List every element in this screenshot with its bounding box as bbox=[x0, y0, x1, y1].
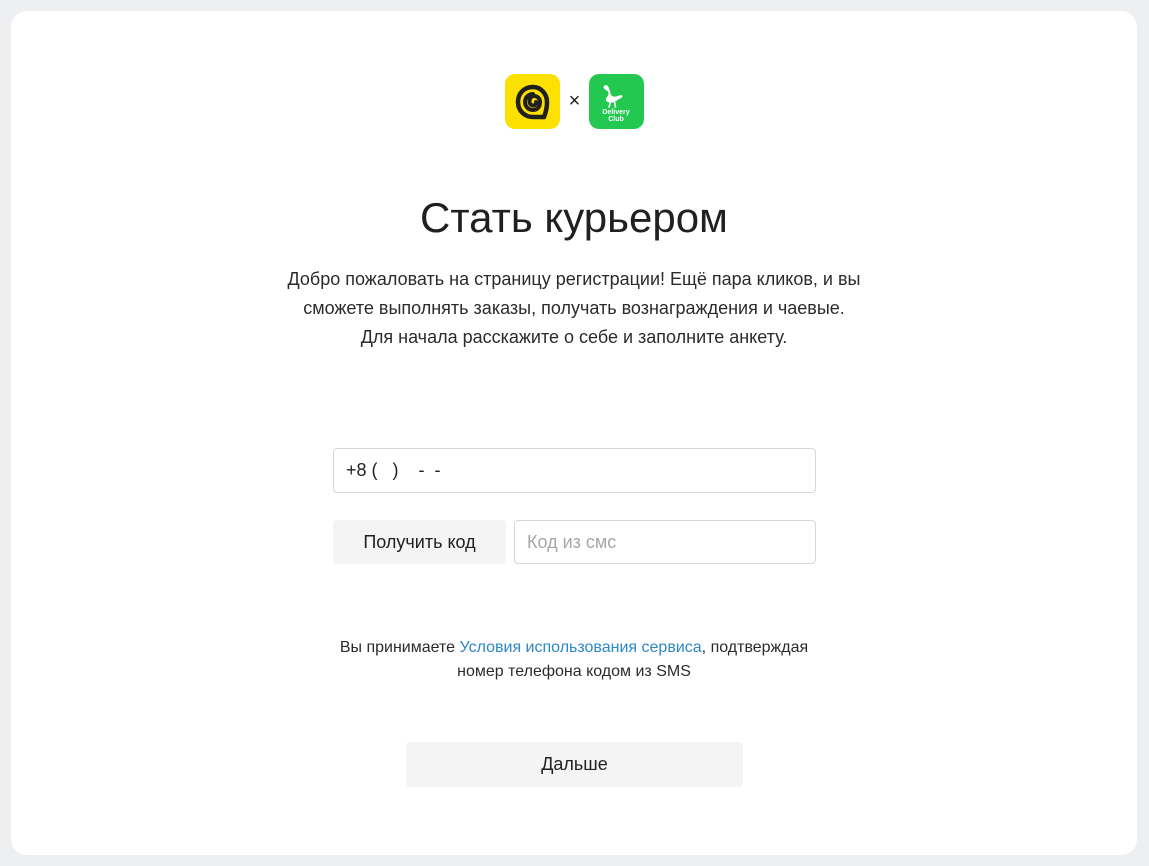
registration-card: × Delivery Club Стать курьером Добро пож… bbox=[11, 11, 1137, 855]
intro-line: сможете выполнять заказы, получать возна… bbox=[303, 298, 845, 318]
brand-logos: × Delivery Club bbox=[505, 74, 644, 129]
ostrich-icon: Delivery Club bbox=[602, 85, 630, 123]
delivery-club-logo: Delivery Club bbox=[589, 74, 644, 129]
terms-notice: Вы принимаете Условия использования серв… bbox=[274, 636, 874, 684]
terms-line-1: Вы принимаете Условия использования серв… bbox=[274, 636, 874, 660]
intro-line: Для начала расскажите о себе и заполните… bbox=[360, 327, 788, 347]
next-button[interactable]: Дальше bbox=[406, 742, 743, 787]
terms-line-2: номер телефона кодом из SMS bbox=[457, 663, 691, 680]
svg-text:Delivery: Delivery bbox=[602, 109, 629, 116]
terms-suffix: , подтверждая bbox=[701, 639, 809, 656]
terms-prefix: Вы принимаете bbox=[339, 639, 460, 656]
intro-line: Добро пожаловать на страницу регистрации… bbox=[287, 269, 861, 289]
brand-separator: × bbox=[568, 90, 581, 112]
phone-input[interactable] bbox=[333, 448, 816, 493]
intro-text: Добро пожаловать на страницу регистрации… bbox=[274, 265, 874, 352]
yandex-eda-logo bbox=[505, 74, 560, 129]
terms-of-service-link[interactable]: Условия использования сервиса bbox=[460, 639, 702, 656]
spiral-icon bbox=[515, 84, 549, 119]
svg-text:Club: Club bbox=[608, 116, 624, 123]
page-title: Стать курьером bbox=[420, 194, 728, 241]
get-code-button[interactable]: Получить код bbox=[333, 520, 506, 564]
sms-code-input[interactable] bbox=[514, 520, 816, 564]
